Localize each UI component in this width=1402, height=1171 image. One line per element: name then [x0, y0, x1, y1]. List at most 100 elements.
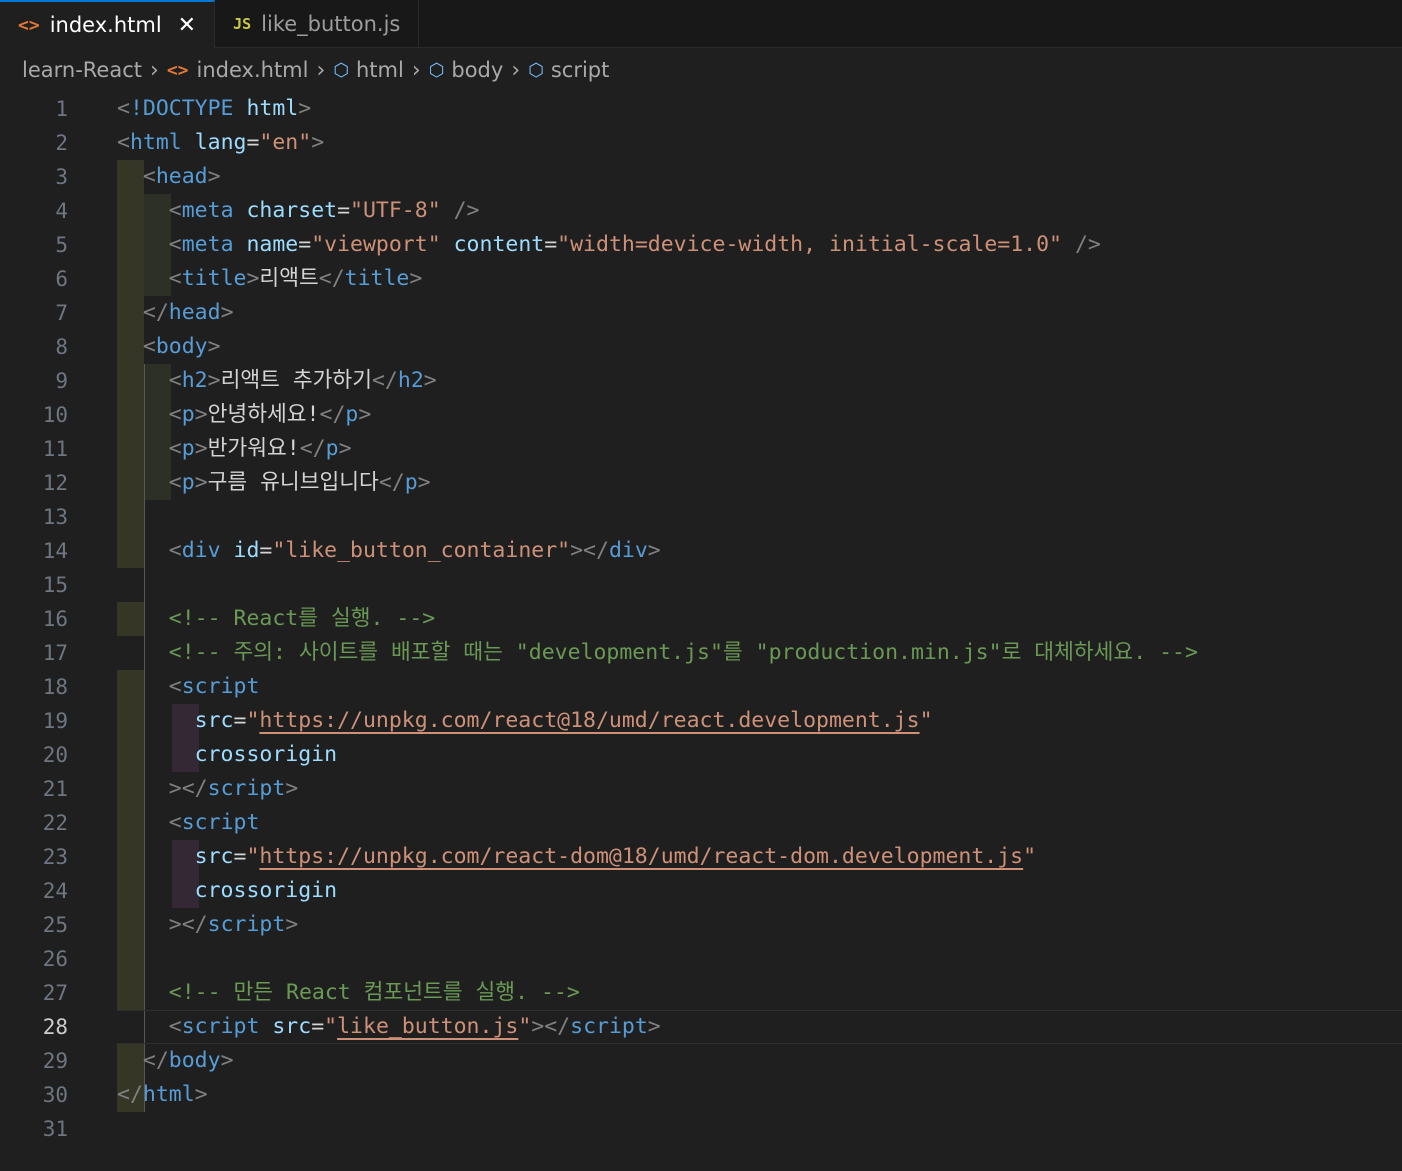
line-content: </head> [117, 296, 234, 330]
code-line[interactable]: 10 <p>안녕하세요!</p> [0, 398, 1402, 432]
code-token: "like_button_container" [272, 538, 571, 563]
code-line[interactable]: 29 </body> [0, 1044, 1402, 1078]
code-token: html [129, 130, 182, 155]
code-token: </ [319, 402, 346, 427]
code-token: !DOCTYPE [129, 96, 234, 121]
code-line[interactable]: 30 </html> [0, 1078, 1402, 1112]
breadcrumb-item-body[interactable]: body [451, 58, 503, 82]
code-token: > [285, 776, 299, 801]
code-line[interactable]: 27 <!-- 만든 React 컴포넌트를 실행. --> [0, 976, 1402, 1010]
code-token: ></ [168, 776, 208, 801]
breadcrumb-item-script[interactable]: script [551, 58, 610, 82]
code-line[interactable]: 28 <script src="like_button.js"></script… [0, 1010, 1402, 1044]
code-line[interactable]: 19 src="https://unpkg.com/react@18/umd/r… [0, 704, 1402, 738]
code-line[interactable]: 12 <p>구름 유니브입니다</p> [0, 466, 1402, 500]
code-token: script [207, 776, 286, 801]
code-token: title [181, 266, 247, 291]
code-token: 반가워요! [207, 436, 300, 461]
code-line[interactable]: 3 <head> [0, 160, 1402, 194]
tab-like-button-js[interactable]: JS like_button.js [215, 0, 420, 47]
line-content: crossorigin [117, 738, 337, 772]
breadcrumb-item-file[interactable]: index.html [197, 58, 309, 82]
tab-bar: <> index.html ✕ JS like_button.js [0, 0, 1402, 48]
code-token: "en" [259, 130, 312, 155]
code-token: <!-- React를 실행. --> [168, 606, 436, 631]
code-token: id [233, 538, 260, 563]
line-number: 22 [42, 811, 68, 835]
code-token: /> [453, 198, 480, 223]
code-line[interactable]: 18 <script [0, 670, 1402, 704]
code-line[interactable]: 25 ></script> [0, 908, 1402, 942]
code-token: <!-- 주의: 사이트를 배포할 때는 "development.js"를 "… [168, 640, 1198, 665]
close-icon[interactable]: ✕ [178, 13, 196, 38]
code-line[interactable]: 17 <!-- 주의: 사이트를 배포할 때는 "development.js"… [0, 636, 1402, 670]
code-line[interactable]: 9 <h2>리액트 추가하기</h2> [0, 364, 1402, 398]
line-content: </html> [117, 1078, 208, 1112]
code-line[interactable]: 21 ></script> [0, 772, 1402, 806]
code-token: 안녕하세요! [207, 402, 320, 427]
line-number: 23 [42, 845, 68, 869]
line-content: <head> [117, 160, 221, 194]
code-token: ></ [168, 912, 208, 937]
cube-icon: ⬡ [428, 59, 445, 81]
code-token: < [168, 810, 182, 835]
code-line[interactable]: 15 [0, 568, 1402, 602]
code-line[interactable]: 8 <body> [0, 330, 1402, 364]
chevron-right-icon: › [411, 57, 421, 83]
code-token: p [181, 436, 195, 461]
code-line[interactable]: 7 </head> [0, 296, 1402, 330]
code-token: > [298, 96, 312, 121]
code-line[interactable]: 4 <meta charset="UTF-8" /> [0, 194, 1402, 228]
code-line[interactable]: 11 <p>반가워요!</p> [0, 432, 1402, 466]
code-line[interactable]: 6 <title>리액트</title> [0, 262, 1402, 296]
code-token: meta [181, 232, 234, 257]
line-content: crossorigin [117, 874, 337, 908]
code-line[interactable]: 23 src="https://unpkg.com/react-dom@18/u… [0, 840, 1402, 874]
code-token: " [919, 708, 933, 733]
breadcrumb-item-html[interactable]: html [356, 58, 404, 82]
code-token: src [194, 708, 234, 733]
code-line[interactable]: 13 [0, 500, 1402, 534]
code-line[interactable]: 31 [0, 1112, 1402, 1146]
line-number: 21 [42, 777, 68, 801]
code-line[interactable]: 26 [0, 942, 1402, 976]
code-token: p [345, 402, 359, 427]
code-token: div [608, 538, 648, 563]
code-token: " [246, 708, 260, 733]
line-number: 18 [42, 675, 68, 699]
code-line[interactable]: 14 <div id="like_button_container"></div… [0, 534, 1402, 568]
code-line[interactable]: 16 <!-- React를 실행. --> [0, 602, 1402, 636]
code-token: content [453, 232, 545, 257]
line-content: <h2>리액트 추가하기</h2> [117, 364, 437, 398]
line-content: <p>구름 유니브입니다</p> [117, 466, 431, 500]
line-number: 8 [55, 335, 68, 359]
code-editor[interactable]: 1 <!DOCTYPE html> 2 <html lang="en"> 3 <head… [0, 92, 1402, 1171]
code-line[interactable]: 1 <!DOCTYPE html> [0, 92, 1402, 126]
code-line[interactable]: 22 <script [0, 806, 1402, 840]
line-number: 24 [42, 879, 68, 903]
code-line[interactable]: 2 <html lang="en"> [0, 126, 1402, 160]
code-token: charset [246, 198, 338, 223]
line-content: </body> [117, 1044, 234, 1078]
line-number: 2 [55, 131, 68, 155]
code-token: "width=device-width, initial-scale=1.0" [557, 232, 1062, 257]
code-line[interactable]: 5 <meta name="viewport" content="width=d… [0, 228, 1402, 262]
code-line[interactable]: 24 crossorigin [0, 874, 1402, 908]
breadcrumb-item-folder[interactable]: learn-React [22, 58, 142, 82]
code-token: script [207, 912, 286, 937]
line-content: ></script> [117, 908, 298, 942]
line-content: <!-- 만든 React 컴포넌트를 실행. --> [117, 976, 580, 1010]
tab-index-html[interactable]: <> index.html ✕ [0, 0, 216, 48]
code-token: body [168, 1048, 221, 1073]
code-token: = [311, 1014, 325, 1039]
code-token: </ [371, 368, 398, 393]
code-line[interactable]: 20 crossorigin [0, 738, 1402, 772]
line-content: <p>안녕하세요!</p> [117, 398, 372, 432]
